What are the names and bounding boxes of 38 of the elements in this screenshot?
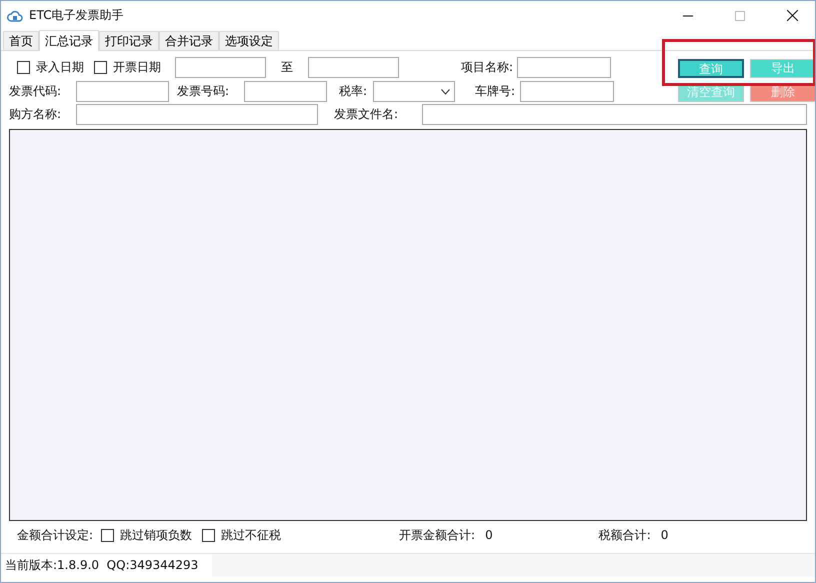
checkbox-label: 录入日期 [36,59,84,76]
start-date-field[interactable] [175,57,266,78]
total-label: 税额合计: [598,526,651,544]
checkbox[interactable] [101,528,114,542]
tab[interactable]: 选项设定 [219,31,279,50]
checkbox-label: 跳过不征税 [221,526,282,544]
field-label: 发票号码: [177,83,230,100]
checkbox[interactable] [17,61,30,74]
total-value: 0 [485,528,493,542]
total-label: 开票金额合计: [399,526,476,544]
window-title: ETC电子发票助手 [29,7,125,24]
tax-rate-dropdown[interactable] [373,81,456,102]
field-label: 发票代码: [9,83,62,100]
total-value: 0 [660,528,668,542]
chevron-down-icon [441,88,450,94]
file-name-field[interactable] [422,104,807,124]
field-label: 车牌号: [474,83,516,100]
tab[interactable]: 打印记录 [99,31,159,50]
invoice-number-field[interactable] [244,81,327,102]
date-separator: 至 [280,59,294,76]
field-label: 购方名称: [9,106,62,122]
setting-label: 金额合计设定: [17,526,94,544]
field-label: 发票文件名: [334,106,400,122]
checkbox[interactable] [202,528,216,542]
status-text: 当前版本:1.8.9.0 QQ:349344293 [1,554,212,577]
item-name-field[interactable] [517,57,611,78]
tab[interactable]: 合并记录 [159,31,219,50]
field-label: 项目名称: [460,59,513,76]
checkbox-label: 开票日期 [113,59,161,76]
invoice-code-field[interactable] [76,81,169,102]
plate-number-field[interactable] [520,81,614,102]
checkbox[interactable] [94,61,107,74]
tab[interactable]: 汇总记录 [39,30,99,51]
field-label: 税率: [339,83,368,100]
checkbox-label: 跳过销项负数 [120,526,192,544]
end-date-field[interactable] [308,57,399,78]
tab[interactable]: 首页 [3,31,39,50]
buyer-name-field[interactable] [76,104,318,124]
